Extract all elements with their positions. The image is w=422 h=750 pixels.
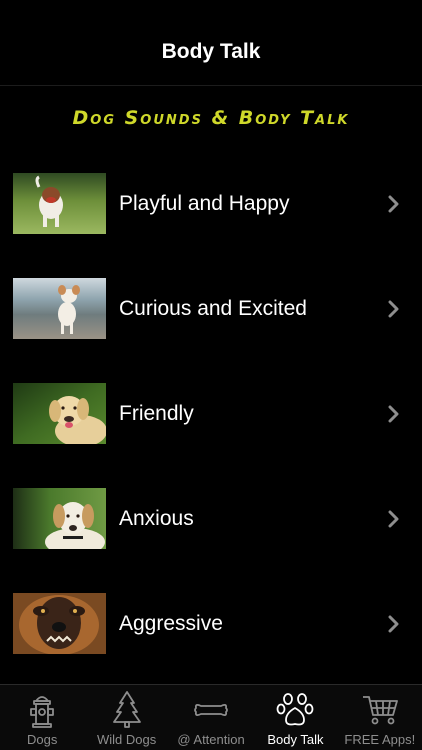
list-item-label: Anxious — [119, 507, 194, 530]
list-item-label: Playful and Happy — [119, 192, 290, 215]
banner-title: Dog Sounds & Body Talk — [72, 107, 350, 129]
tab-wild-dogs[interactable]: Wild Dogs — [84, 685, 168, 750]
list-item-friendly[interactable]: Friendly — [0, 361, 422, 466]
fire-hydrant-icon — [30, 696, 55, 728]
list-item-aggressive[interactable]: Aggressive — [0, 571, 422, 676]
navigation-bar: Body Talk — [0, 0, 422, 86]
tab-label: Body Talk — [267, 732, 324, 747]
list-item-playful-and-happy[interactable]: Playful and Happy — [0, 151, 422, 256]
cart-icon — [362, 696, 398, 725]
bone-icon — [194, 703, 228, 717]
tree-icon — [112, 691, 141, 728]
tab-label: @ Attention — [177, 732, 245, 747]
list-item-anxious[interactable]: Anxious — [0, 466, 422, 571]
paw-icon — [277, 693, 314, 726]
tab-attention[interactable]: @ Attention — [169, 685, 253, 750]
chevron-right-icon — [388, 615, 399, 633]
dog-photo-playful — [13, 173, 106, 234]
tab-label: FREE Apps! — [344, 732, 416, 747]
dog-photo-anxious — [13, 488, 106, 549]
chevron-right-icon — [388, 405, 399, 423]
chevron-right-icon — [388, 510, 399, 528]
tab-bar: Dogs Wild Dogs @ Attention Body Talk FRE… — [0, 684, 422, 750]
list-item-curious-and-excited[interactable]: Curious and Excited — [0, 256, 422, 361]
dog-photo-curious — [13, 278, 106, 339]
chevron-right-icon — [388, 195, 399, 213]
list-item-label: Aggressive — [119, 612, 223, 635]
tab-body-talk[interactable]: Body Talk — [253, 685, 337, 750]
dog-photo-aggressive — [13, 593, 106, 654]
dog-photo-friendly — [13, 383, 106, 444]
chevron-right-icon — [388, 300, 399, 318]
tab-label: Wild Dogs — [96, 732, 157, 747]
list-item-label: Curious and Excited — [119, 297, 307, 320]
tab-free-apps[interactable]: FREE Apps! — [338, 685, 422, 750]
page-title: Body Talk — [161, 40, 261, 63]
tab-label: Dogs — [27, 732, 58, 747]
list-item-label: Friendly — [119, 402, 194, 425]
tab-dogs[interactable]: Dogs — [0, 685, 84, 750]
